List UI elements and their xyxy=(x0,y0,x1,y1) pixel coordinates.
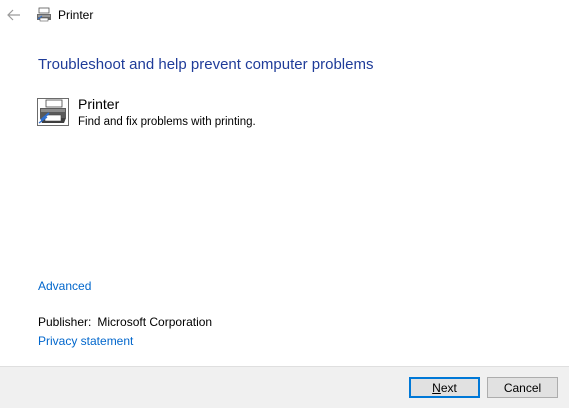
next-button-label: Next xyxy=(432,380,457,395)
item-title: Printer xyxy=(78,96,120,112)
printer-icon xyxy=(37,98,69,126)
publisher-label: Publisher: xyxy=(38,315,92,329)
item-description: Find and fix problems with printing. xyxy=(78,116,256,128)
footer-bar: Next Cancel xyxy=(0,366,569,408)
page-heading: Troubleshoot and help prevent computer p… xyxy=(38,56,374,73)
printer-icon xyxy=(37,7,51,22)
title-bar: Printer xyxy=(0,0,569,30)
publisher-value: Microsoft Corporation xyxy=(97,315,213,329)
privacy-statement-link[interactable]: Privacy statement xyxy=(38,334,133,348)
cancel-button[interactable]: Cancel xyxy=(487,377,558,398)
publisher-info: Publisher: Microsoft Corporation xyxy=(38,315,212,329)
troubleshooter-window: Printer Troubleshoot and help prevent co… xyxy=(0,0,569,408)
arrow-left-icon xyxy=(7,9,20,21)
back-button[interactable] xyxy=(4,6,24,24)
troubleshooter-item-printer[interactable]: Printer Find and fix problems with print… xyxy=(37,96,457,136)
next-button[interactable]: Next xyxy=(409,377,480,398)
advanced-link[interactable]: Advanced xyxy=(38,279,91,293)
window-title: Printer xyxy=(58,8,94,22)
